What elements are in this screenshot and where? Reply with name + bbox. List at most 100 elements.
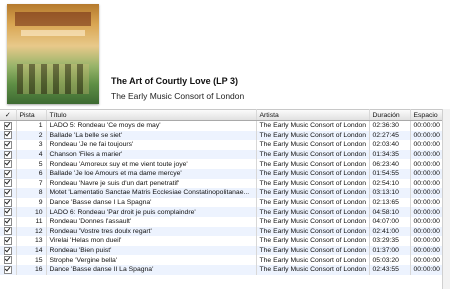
column-header-title[interactable]: Título: [46, 109, 257, 121]
track-checkbox[interactable]: [0, 120, 17, 131]
table-row[interactable]: 1 LADO 5: Rondeau 'Ce moys de may' The Ear…: [0, 120, 450, 131]
track-duration: 05:03:20: [369, 255, 411, 265]
table-row[interactable]: 4 Chanson 'Files a marier' The Early Music…: [0, 149, 450, 160]
track-checkbox[interactable]: [0, 159, 17, 169]
track-title: LADO 6: Rondeau 'Par droit je puis compl…: [46, 207, 257, 217]
track-duration: 06:23:40: [369, 159, 411, 169]
track-artist: The Early Music Consort of London: [256, 130, 370, 141]
track-number: 14: [16, 245, 47, 256]
track-title: Virelai 'Helas mon dueil': [46, 236, 257, 246]
track-checkbox[interactable]: [0, 188, 17, 198]
track-checkbox[interactable]: [0, 140, 17, 150]
track-artist: The Early Music Consort of London: [256, 216, 370, 227]
track-checkbox[interactable]: [0, 207, 17, 217]
track-duration: 02:13:65: [369, 197, 411, 208]
track-title: Rondeau 'Je ne fai toujours': [46, 140, 257, 150]
checkbox-checked-icon[interactable]: [3, 121, 12, 130]
checkbox-checked-icon[interactable]: [3, 198, 12, 207]
table-row[interactable]: 13 Virelai 'Helas mon dueil' The Early Mus…: [0, 236, 450, 246]
table-row[interactable]: 12 Rondeau 'Vostre tres doulx regart' The …: [0, 226, 450, 237]
track-duration: 02:03:40: [369, 140, 411, 150]
track-title: Motet 'Lamentatio Sanctae Matris Ecclesi…: [46, 188, 257, 198]
album-cover-image[interactable]: [7, 4, 99, 104]
cover-subtitle-band: [21, 30, 85, 36]
track-artist: The Early Music Consort of London: [256, 197, 370, 208]
checkbox-checked-icon[interactable]: [3, 179, 12, 188]
checkbox-checked-icon[interactable]: [3, 140, 12, 149]
cover-title-band: [15, 12, 91, 26]
track-number: 6: [16, 168, 47, 179]
track-number: 4: [16, 149, 47, 160]
track-duration: 03:29:35: [369, 236, 411, 246]
track-checkbox[interactable]: [0, 245, 17, 256]
track-artist: The Early Music Consort of London: [256, 236, 370, 246]
track-checkbox[interactable]: [0, 264, 17, 275]
checkbox-checked-icon[interactable]: [3, 169, 12, 178]
track-duration: 02:41:00: [369, 226, 411, 237]
checkbox-checked-icon[interactable]: [3, 265, 12, 274]
table-row[interactable]: 6 Ballade 'Je loe Amours et ma dame mercy…: [0, 168, 450, 179]
track-number: 11: [16, 216, 47, 227]
track-title: Rondeau 'Navre je suis d'un dart penetra…: [46, 178, 257, 189]
table-row[interactable]: 2 Ballade 'La belle se siet' The Early Mus…: [0, 130, 450, 141]
table-row[interactable]: 11 Rondeau 'Donnes l'assault' The Early Mu…: [0, 216, 450, 227]
album-artist: The Early Music Consort of London: [111, 91, 245, 101]
checkbox-checked-icon[interactable]: [3, 236, 12, 245]
vertical-scrollbar[interactable]: [442, 109, 450, 289]
checkbox-checked-icon[interactable]: [3, 160, 12, 169]
checkbox-checked-icon[interactable]: [3, 150, 12, 159]
track-checkbox[interactable]: [0, 149, 17, 160]
checkbox-checked-icon[interactable]: [3, 217, 12, 226]
track-number: 5: [16, 159, 47, 169]
track-number: 15: [16, 255, 47, 265]
track-list: ✓ Pista Título Artista Duración Espacio …: [0, 109, 450, 275]
column-header-duration[interactable]: Duración: [369, 109, 411, 121]
table-row[interactable]: 14 Rondeau 'Bien puist' The Early Music Co…: [0, 245, 450, 256]
checkbox-checked-icon[interactable]: [3, 227, 12, 236]
track-title: Ballade 'La belle se siet': [46, 130, 257, 141]
table-row[interactable]: 5 Rondeau 'Amoreux suy et me vient toute …: [0, 159, 450, 169]
track-checkbox[interactable]: [0, 226, 17, 237]
track-number: 8: [16, 188, 47, 198]
track-artist: The Early Music Consort of London: [256, 178, 370, 189]
cover-figures: [17, 64, 89, 94]
checkbox-checked-icon[interactable]: [3, 131, 12, 140]
track-artist: The Early Music Consort of London: [256, 264, 370, 275]
track-checkbox[interactable]: [0, 255, 17, 265]
table-row[interactable]: 7 Rondeau 'Navre je suis d'un dart penetr…: [0, 178, 450, 189]
table-row[interactable]: 3 Rondeau 'Je ne fai toujours' The Early M…: [0, 140, 450, 150]
track-artist: The Early Music Consort of London: [256, 255, 370, 265]
track-number: 3: [16, 140, 47, 150]
track-checkbox[interactable]: [0, 216, 17, 227]
table-row[interactable]: 9 Dance 'Basse danse I La Spagna' The Earl…: [0, 197, 450, 208]
column-header-check[interactable]: ✓: [0, 109, 17, 121]
track-artist: The Early Music Consort of London: [256, 207, 370, 217]
track-duration: 03:13:10: [369, 188, 411, 198]
track-title: Dance 'Basse danse I La Spagna': [46, 197, 257, 208]
track-checkbox[interactable]: [0, 236, 17, 246]
track-artist: The Early Music Consort of London: [256, 188, 370, 198]
checkbox-checked-icon[interactable]: [3, 208, 12, 217]
table-row[interactable]: 10 LADO 6: Rondeau 'Par droit je puis com…: [0, 207, 450, 217]
table-row[interactable]: 16 Dance 'Basse danse II La Spagna' The Ea…: [0, 264, 450, 275]
track-checkbox[interactable]: [0, 130, 17, 141]
track-number: 2: [16, 130, 47, 141]
column-header-track[interactable]: Pista: [16, 109, 47, 121]
checkbox-checked-icon[interactable]: [3, 256, 12, 265]
track-number: 13: [16, 236, 47, 246]
table-row[interactable]: 8 Motet 'Lamentatio Sanctae Matris Eccles…: [0, 188, 450, 198]
track-artist: The Early Music Consort of London: [256, 120, 370, 131]
track-checkbox[interactable]: [0, 197, 17, 208]
track-duration: 01:37:00: [369, 245, 411, 256]
track-number: 12: [16, 226, 47, 237]
track-duration: 02:27:45: [369, 130, 411, 141]
column-header-artist[interactable]: Artista: [256, 109, 370, 121]
checkbox-checked-icon[interactable]: [3, 246, 12, 255]
track-checkbox[interactable]: [0, 168, 17, 179]
table-row[interactable]: 15 Strophe 'Vergine bella' The Early Music…: [0, 255, 450, 265]
track-title: Ballade 'Je loe Amours et ma dame mercye…: [46, 168, 257, 179]
track-title: Chanson 'Files a marier': [46, 149, 257, 160]
track-checkbox[interactable]: [0, 178, 17, 189]
checkbox-checked-icon[interactable]: [3, 188, 12, 197]
track-duration: 02:54:10: [369, 178, 411, 189]
